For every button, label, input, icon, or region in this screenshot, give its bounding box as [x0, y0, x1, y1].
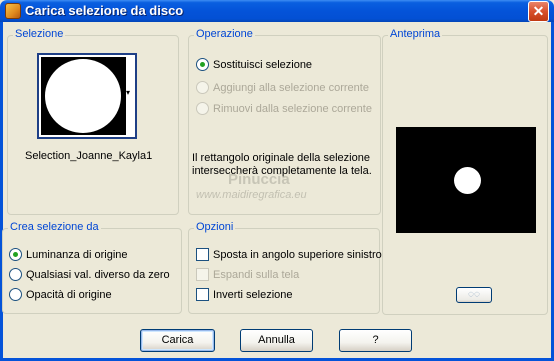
- radio-qualsiasi[interactable]: Qualsiasi val. diverso da zero: [9, 268, 170, 281]
- watermark-name: Pinuccia: [228, 171, 290, 188]
- selezione-legend: Selezione: [13, 28, 66, 40]
- opzioni-legend: Opzioni: [194, 221, 236, 233]
- radio-rimuovi[interactable]: Rimuovi dalla selezione corrente: [196, 102, 372, 115]
- window-title: Carica selezione da disco: [25, 3, 184, 18]
- radio-opacita[interactable]: Opacità di origine: [9, 288, 112, 301]
- cancel-button[interactable]: Annulla: [240, 329, 313, 352]
- radio-label: Sostituisci selezione: [213, 58, 313, 71]
- check-sposta[interactable]: Sposta in angolo superiore sinistro: [196, 248, 382, 261]
- check-espandi[interactable]: Espandi sulla tela: [196, 268, 299, 281]
- radio-button[interactable]: [9, 268, 22, 281]
- checkbox-label: Espandi sulla tela: [213, 268, 300, 281]
- radio-luminanza[interactable]: Luminanza di origine: [9, 248, 128, 261]
- app-icon: [5, 3, 21, 19]
- radio-sostituisci[interactable]: Sostituisci selezione: [196, 58, 312, 71]
- checkbox[interactable]: [196, 268, 209, 281]
- checkbox[interactable]: [196, 248, 209, 261]
- selection-swatch-dropdown[interactable]: ▾: [37, 53, 137, 139]
- load-button[interactable]: Carica: [140, 329, 215, 352]
- help-button[interactable]: ?: [339, 329, 412, 352]
- radio-button[interactable]: [9, 248, 22, 261]
- chevron-down-icon[interactable]: ▾: [126, 89, 134, 97]
- selection-name: Selection_Joanne_Kayla1: [25, 150, 153, 162]
- close-button[interactable]: ✕: [528, 1, 549, 22]
- radio-label: Aggiungi alla selezione corrente: [213, 81, 369, 94]
- preview-selection-dot: [454, 167, 481, 194]
- check-inverti[interactable]: Inverti selezione: [196, 288, 293, 301]
- title-bar[interactable]: Carica selezione da disco ✕: [0, 0, 554, 22]
- selection-thumbnail: [41, 57, 126, 135]
- operazione-legend: Operazione: [194, 28, 255, 40]
- radio-label: Rimuovi dalla selezione corrente: [213, 102, 372, 115]
- radio-label: Qualsiasi val. diverso da zero: [26, 268, 170, 281]
- radio-button[interactable]: [9, 288, 22, 301]
- crea-legend: Crea selezione da: [8, 221, 101, 233]
- checkbox[interactable]: [196, 288, 209, 301]
- selection-circle-shape: [45, 59, 121, 133]
- radio-label: Opacità di origine: [26, 288, 112, 301]
- watermark-url: www.maidiregrafica.eu: [196, 189, 307, 201]
- preview-canvas: [396, 127, 536, 233]
- preview-toggle-button[interactable]: ◌◌: [456, 287, 492, 303]
- radio-button[interactable]: [196, 81, 209, 94]
- radio-label: Luminanza di origine: [26, 248, 128, 261]
- anteprima-legend: Anteprima: [388, 28, 443, 40]
- checkbox-label: Inverti selezione: [213, 288, 293, 301]
- radio-aggiungi[interactable]: Aggiungi alla selezione corrente: [196, 81, 369, 94]
- checkbox-label: Sposta in angolo superiore sinistro: [213, 248, 382, 261]
- radio-button[interactable]: [196, 58, 209, 71]
- radio-button[interactable]: [196, 102, 209, 115]
